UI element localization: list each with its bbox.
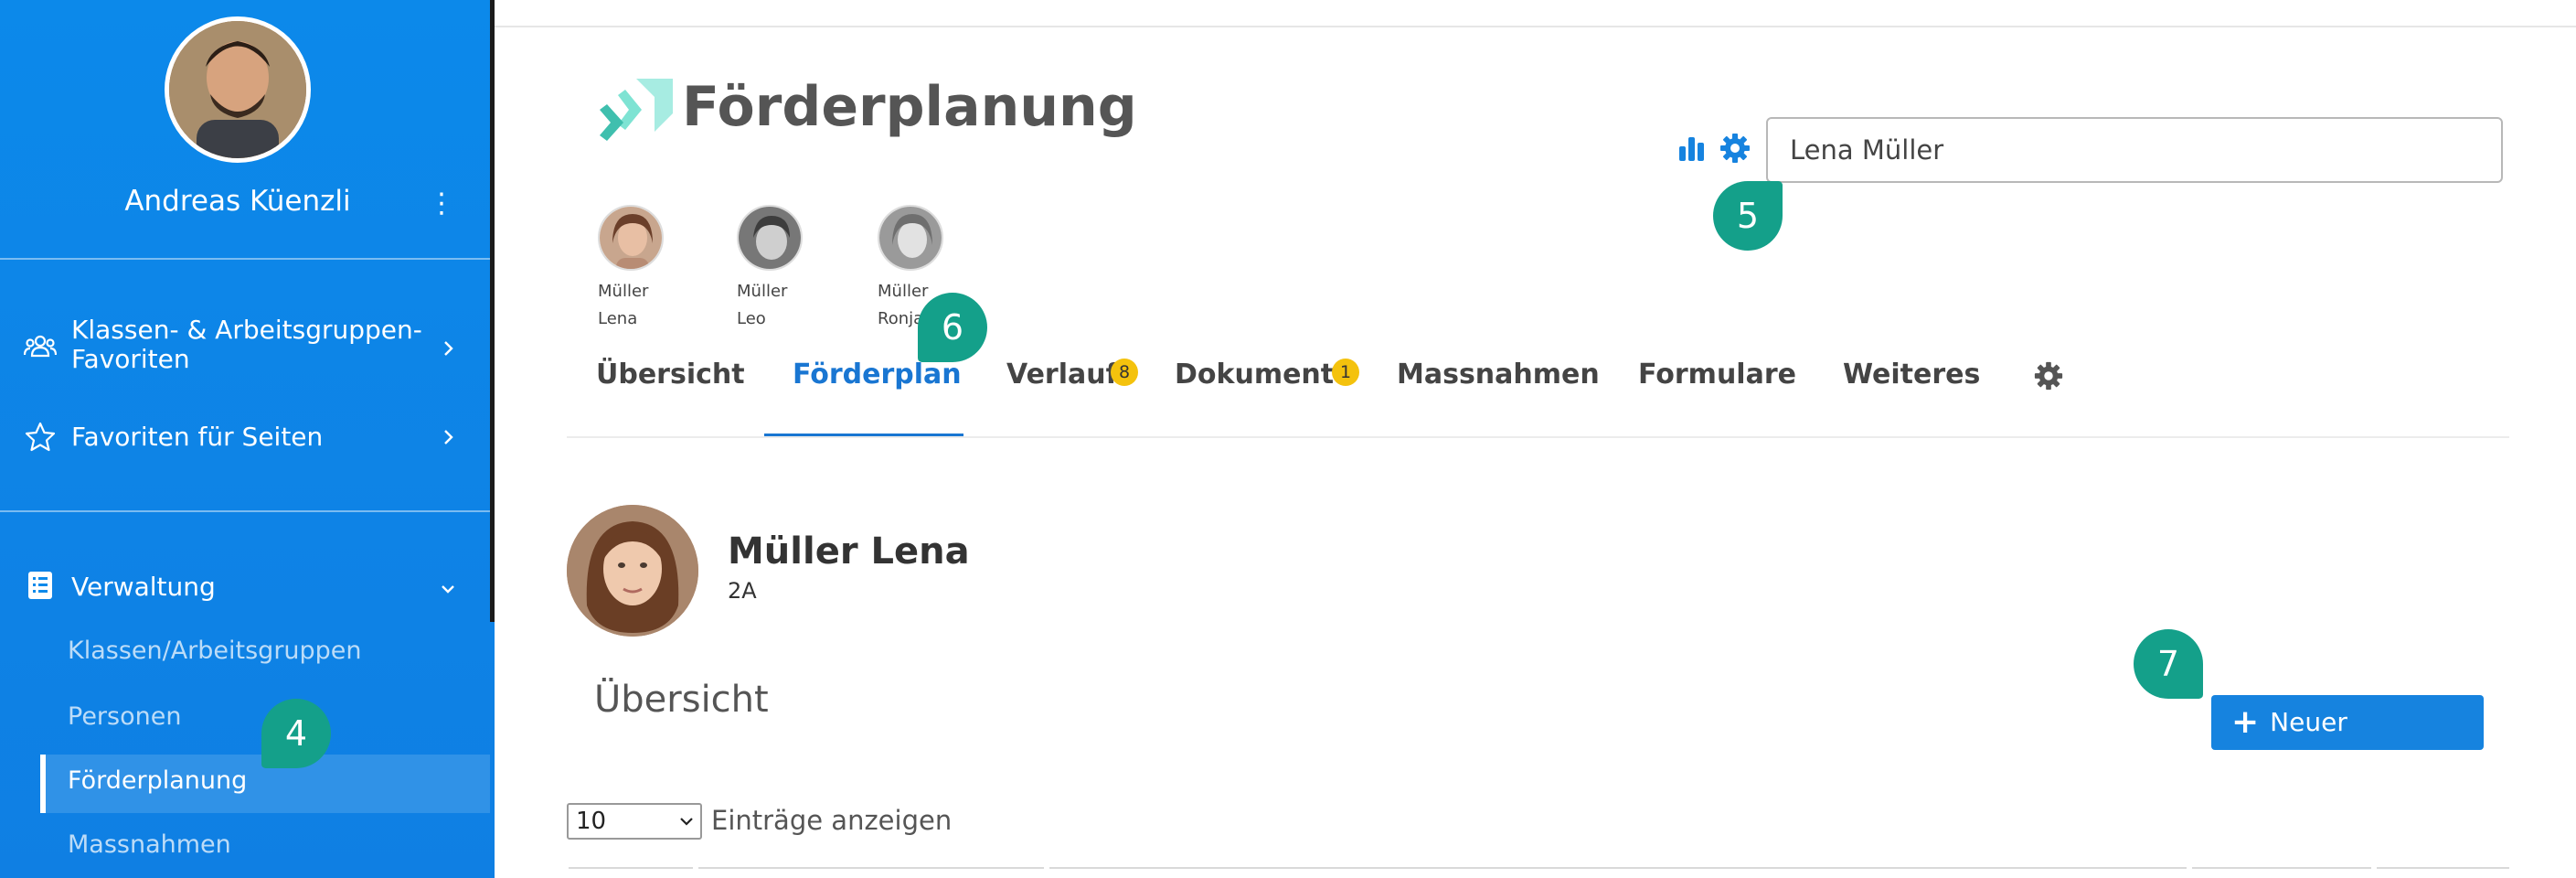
list-icon (28, 572, 52, 599)
foerderplanung-logo-icon (600, 79, 673, 141)
tab-weiteres[interactable]: Weiteres (1843, 359, 1980, 391)
dokumente-count-badge: 1 (1332, 359, 1359, 386)
student-name: Müller Lena (728, 530, 970, 573)
tab-formulare[interactable]: Formulare (1638, 359, 1796, 391)
entries-value: 10 (576, 808, 607, 835)
student-firstname: Leo (737, 309, 766, 328)
profile-name: Andreas Küenzli (124, 185, 351, 218)
profile-menu-icon[interactable]: ⋮ (428, 187, 455, 220)
sidebar-item-label: Favoriten (71, 344, 190, 374)
statistics-icon[interactable] (1677, 134, 1707, 163)
table-header-border (698, 867, 1044, 869)
table-header-border (1049, 867, 2187, 869)
top-divider (495, 26, 2576, 27)
tab-dokumente[interactable]: Dokumente (1175, 359, 1352, 391)
active-tab-indicator (764, 434, 963, 436)
table-header-border (569, 867, 693, 869)
entries-per-page-select[interactable]: 10 (567, 803, 702, 840)
chevron-right-icon (444, 341, 453, 356)
sidebar-item-label: Favoriten für Seiten (71, 422, 324, 452)
chevron-down-icon (442, 585, 454, 594)
student-chip-lena[interactable]: Müller Lena (598, 205, 689, 333)
sidebar-item-label: Klassen- & Arbeitsgruppen- (71, 315, 422, 345)
settings-gear-icon[interactable] (1719, 132, 1751, 165)
sidebar-subitem-personen[interactable]: Personen (68, 702, 181, 731)
student-firstname: Lena (598, 309, 638, 328)
page-title: Förderplanung (682, 75, 1137, 139)
student-lastname: Müller (598, 282, 649, 301)
student-class: 2A (728, 578, 757, 604)
tab-verlauf[interactable]: Verlauf (1006, 359, 1118, 391)
sidebar-active-indicator (40, 755, 46, 813)
plus-icon: + (2231, 703, 2260, 741)
tab-massnahmen[interactable]: Massnahmen (1397, 359, 1600, 391)
tab-settings-gear-icon[interactable] (2033, 360, 2064, 391)
verlauf-count-badge: 8 (1111, 359, 1138, 386)
tabs-divider (567, 436, 2509, 438)
step-marker: 5 (1713, 181, 1783, 251)
chevron-right-icon (444, 430, 453, 444)
student-avatar-large (567, 505, 698, 637)
divider (0, 510, 490, 512)
sidebar-subitem-massnahmen[interactable]: Massnahmen (68, 830, 231, 859)
student-avatar (598, 205, 664, 271)
sidebar-edge (490, 0, 495, 622)
step-marker: 7 (2134, 629, 2203, 699)
sidebar-item-label: Verwaltung (71, 572, 216, 602)
student-avatar (878, 205, 943, 271)
tab-foerderplan[interactable]: Förderplan (793, 359, 962, 391)
student-chip-leo[interactable]: Müller Leo (737, 205, 828, 333)
group-icon (24, 335, 57, 358)
sidebar-item-klassen-favoriten[interactable]: Klassen- & Arbeitsgruppen- Favoriten (0, 316, 490, 380)
profile-avatar[interactable] (165, 16, 311, 163)
chevron-down-icon (680, 818, 693, 826)
table-header-border (2192, 867, 2371, 869)
student-avatar (737, 205, 803, 271)
sidebar: Andreas Küenzli ⋮ Klassen- & Arbeitsgrup… (0, 0, 495, 878)
divider (0, 258, 490, 260)
entries-label: Einträge anzeigen (711, 805, 953, 836)
step-marker: 6 (918, 293, 987, 362)
tab-uebersicht[interactable]: Übersicht (596, 359, 745, 391)
profile-photo (169, 21, 306, 158)
sidebar-item-favoriten-seiten[interactable]: Favoriten für Seiten (0, 419, 490, 455)
section-title: Übersicht (594, 679, 769, 721)
table-header-border (2377, 867, 2509, 869)
step-marker: 4 (261, 699, 331, 768)
sidebar-item-verwaltung[interactable]: Verwaltung (0, 569, 490, 605)
new-foerderplan-button[interactable]: + Neuer Förderplan (2211, 695, 2484, 792)
star-icon (25, 422, 56, 452)
sidebar-subitem-foerderplanung[interactable]: Förderplanung (68, 766, 247, 795)
sidebar-subitem-klassen[interactable]: Klassen/Arbeitsgruppen (68, 637, 362, 665)
student-search-input[interactable]: Lena Müller (1766, 117, 2503, 183)
student-lastname: Müller (737, 282, 788, 301)
